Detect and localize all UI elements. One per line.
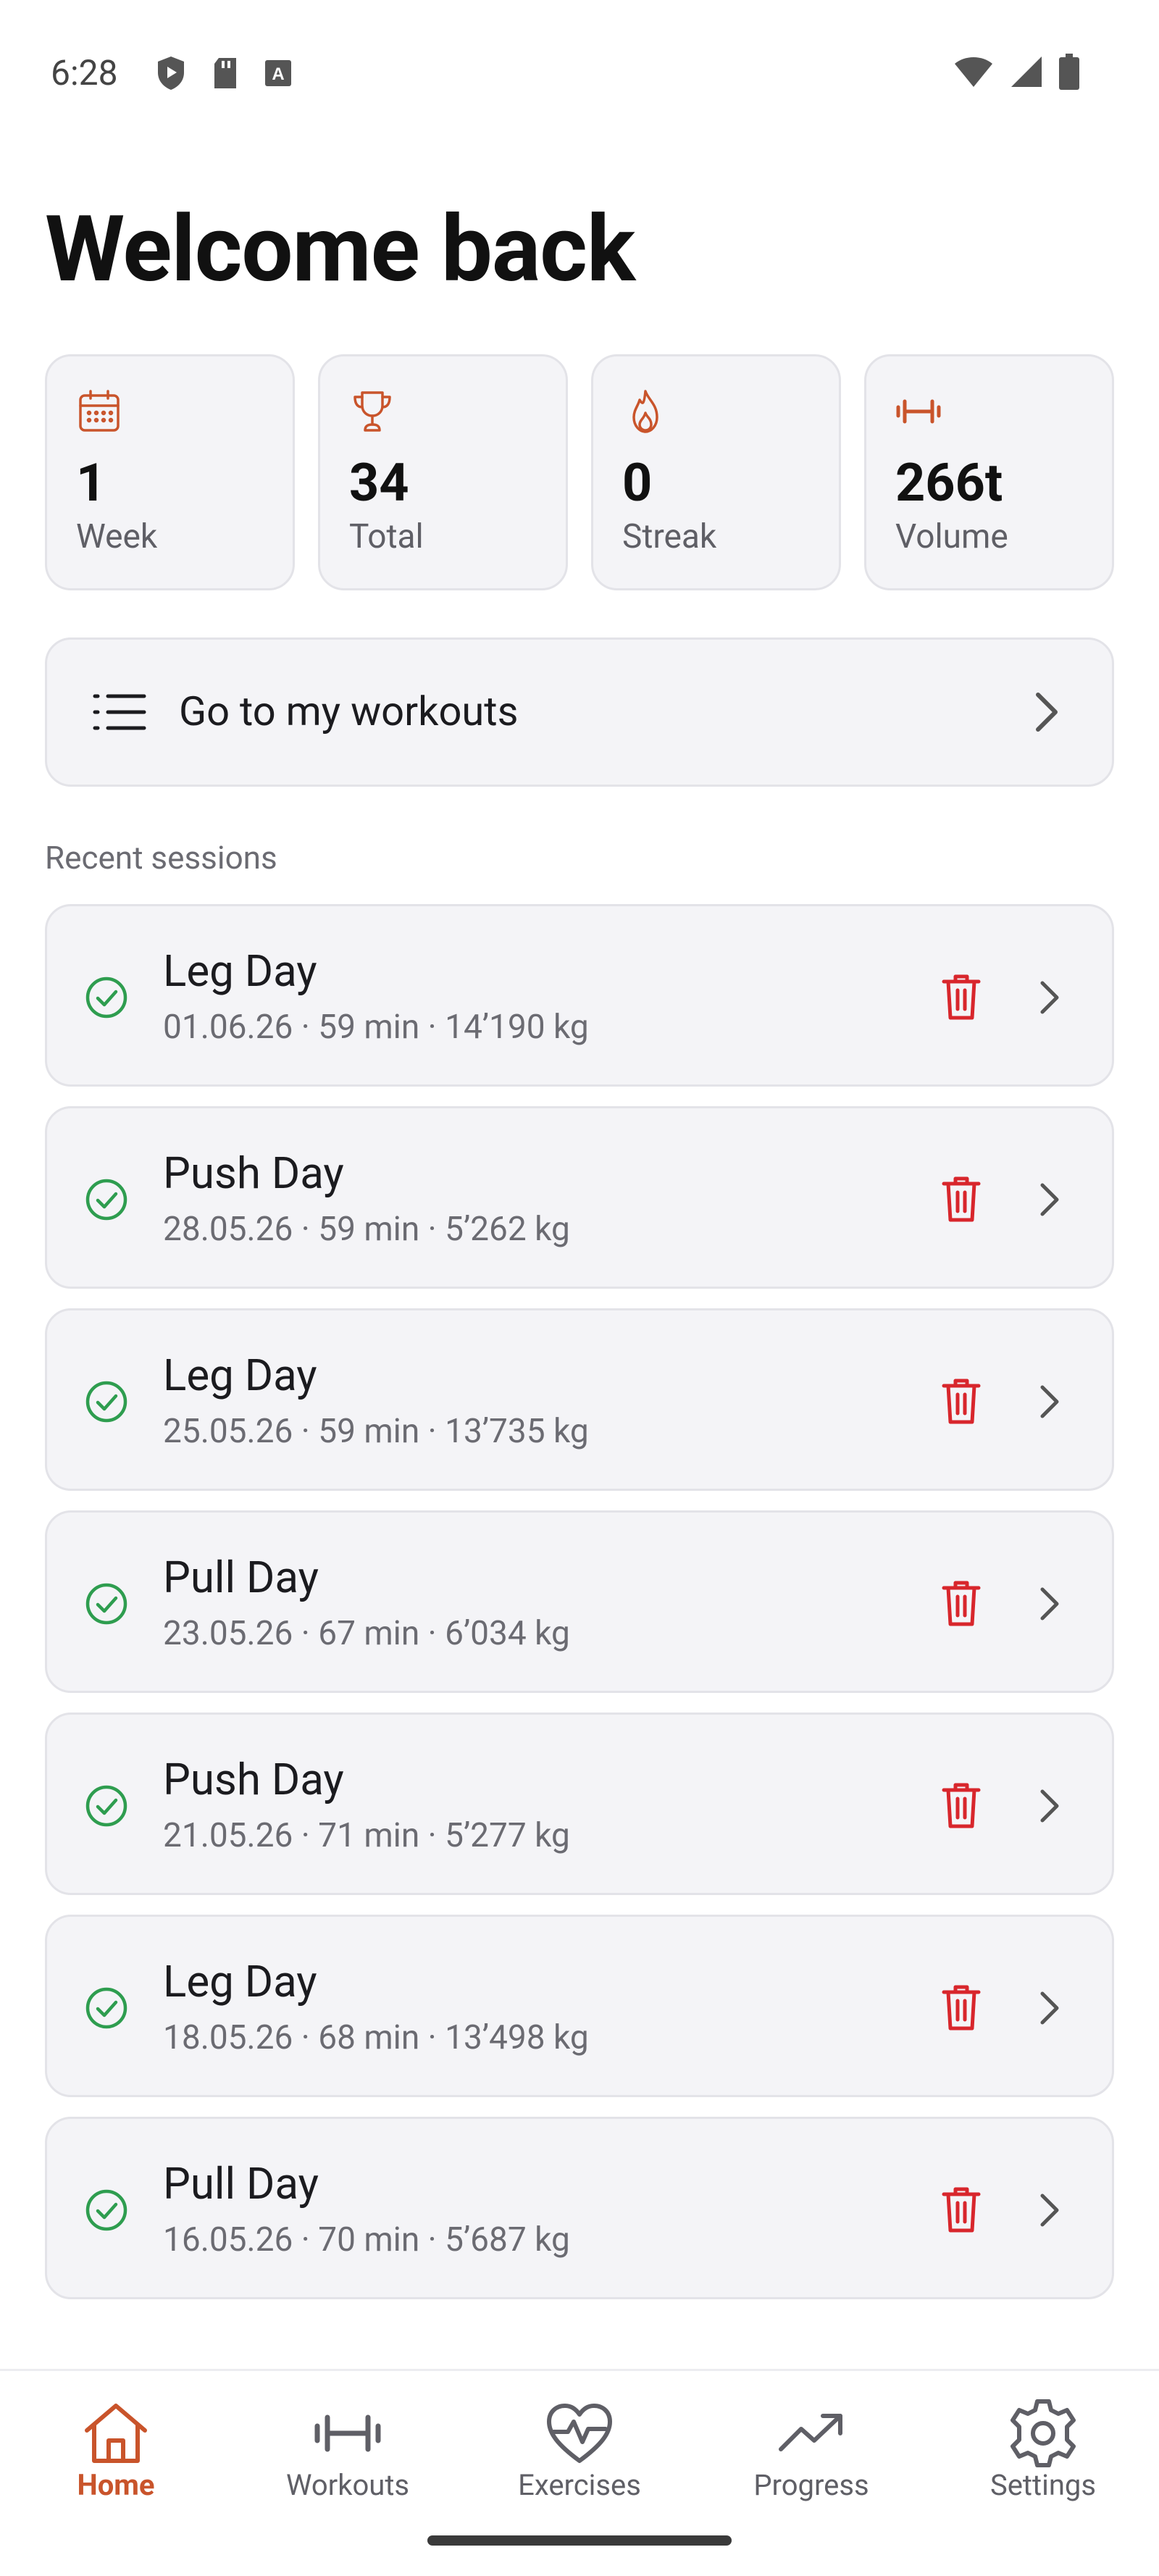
stat-card-streak[interactable]: 0 Streak [591,354,841,590]
check-circle-icon [85,1583,127,1625]
trash-icon[interactable] [941,1579,982,1627]
recent-sessions-title: Recent sessions [45,839,277,877]
stat-label: Total [349,517,424,556]
trending-up-icon [779,2414,842,2451]
session-meta: 25.05.26 · 59 min · 13’735 kg [163,1412,589,1451]
trash-icon[interactable] [941,1983,982,2031]
wifi-icon [955,57,992,87]
nav-label: Settings [989,2468,1097,2502]
session-row[interactable]: Push Day 21.05.26 · 71 min · 5’277 kg [45,1713,1114,1895]
check-circle-icon [85,1987,127,2029]
keyboard-a-icon: A [265,60,291,86]
stats-row: 1 Week 34 Total 0 Streak 266t Volume [45,354,1114,590]
session-name: Leg Day [163,1956,317,2007]
stat-label: Week [76,517,158,556]
home-icon [85,2404,147,2463]
session-name: Push Day [163,1147,344,1199]
go-to-workouts-label: Go to my workouts [179,687,519,735]
flame-icon [632,390,658,433]
nav-exercises[interactable]: Exercises [464,2371,695,2538]
nav-label: Workouts [285,2468,410,2502]
go-to-workouts-button[interactable]: Go to my workouts [45,637,1114,787]
session-meta: 16.05.26 · 70 min · 5’687 kg [163,2220,570,2259]
stat-value: 1 [76,452,106,514]
nav-label: Progress [753,2468,869,2502]
stat-card-volume[interactable]: 266t Volume [864,354,1114,590]
trash-icon[interactable] [941,1175,982,1223]
session-name: Pull Day [163,1552,319,1603]
chevron-right-icon [1040,2194,1059,2227]
trophy-icon [353,391,391,432]
stat-label: Streak [622,517,717,556]
stat-value: 34 [349,452,409,514]
recent-sessions-list: Leg Day 01.06.26 · 59 min · 14’190 kg Pu… [45,904,1114,2319]
page-title: Welcome back [45,196,635,303]
check-circle-icon [85,1179,127,1221]
sd-card-icon [214,58,236,88]
session-meta: 28.05.26 · 59 min · 5’262 kg [163,1210,570,1249]
status-time: 6:28 [51,52,118,93]
nav-settings[interactable]: Settings [927,2371,1159,2538]
nav-progress[interactable]: Progress [695,2371,927,2538]
dumbbell-icon [896,399,941,424]
session-name: Leg Day [163,945,317,997]
stat-card-week[interactable]: 1 Week [45,354,295,590]
session-name: Leg Day [163,1350,317,1401]
nav-home[interactable]: Home [0,2371,232,2538]
session-row[interactable]: Pull Day 16.05.26 · 70 min · 5’687 kg [45,2117,1114,2299]
chevron-right-icon [1036,693,1058,732]
stat-value: 266t [895,452,1003,514]
check-circle-icon [85,977,127,1019]
session-meta: 23.05.26 · 67 min · 6’034 kg [163,1614,570,1653]
nav-label: Exercises [518,2468,641,2502]
stat-value: 0 [622,452,653,514]
check-circle-icon [85,1381,127,1423]
gear-icon [1011,2399,1076,2467]
cell-signal-icon [1011,57,1042,87]
battery-icon [1059,54,1079,90]
session-meta: 01.06.26 · 59 min · 14’190 kg [163,1008,589,1047]
chevron-right-icon [1040,1385,1059,1418]
session-name: Push Day [163,1754,344,1805]
calendar-icon [79,390,120,432]
shield-icon [158,57,184,90]
heart-pulse-icon [547,2404,612,2463]
stat-card-total[interactable]: 34 Total [318,354,568,590]
dumbbell-icon [314,2414,381,2452]
session-row[interactable]: Pull Day 23.05.26 · 67 min · 6’034 kg [45,1510,1114,1693]
home-indicator[interactable] [427,2535,732,2546]
trash-icon[interactable] [941,973,982,1021]
session-meta: 21.05.26 · 71 min · 5’277 kg [163,1816,570,1855]
session-meta: 18.05.26 · 68 min · 13’498 kg [163,2018,589,2057]
chevron-right-icon [1040,1587,1059,1621]
stat-label: Volume [895,517,1008,556]
trash-icon[interactable] [941,2186,982,2233]
svg-text:A: A [272,64,284,84]
list-icon [93,694,146,730]
session-row[interactable]: Leg Day 25.05.26 · 59 min · 13’735 kg [45,1308,1114,1491]
session-row[interactable]: Push Day 28.05.26 · 59 min · 5’262 kg [45,1106,1114,1289]
session-row[interactable]: Leg Day 18.05.26 · 68 min · 13’498 kg [45,1915,1114,2097]
session-name: Pull Day [163,2158,319,2209]
status-bar: 6:28 A [0,0,1159,145]
trash-icon[interactable] [941,1781,982,1829]
chevron-right-icon [1040,1789,1059,1823]
check-circle-icon [85,1785,127,1827]
nav-label: Home [77,2468,155,2502]
chevron-right-icon [1040,981,1059,1014]
nav-workouts[interactable]: Workouts [232,2371,464,2538]
chevron-right-icon [1040,1183,1059,1216]
check-circle-icon [85,2189,127,2231]
trash-icon[interactable] [941,1377,982,1425]
chevron-right-icon [1040,1991,1059,2025]
session-row[interactable]: Leg Day 01.06.26 · 59 min · 14’190 kg [45,904,1114,1087]
